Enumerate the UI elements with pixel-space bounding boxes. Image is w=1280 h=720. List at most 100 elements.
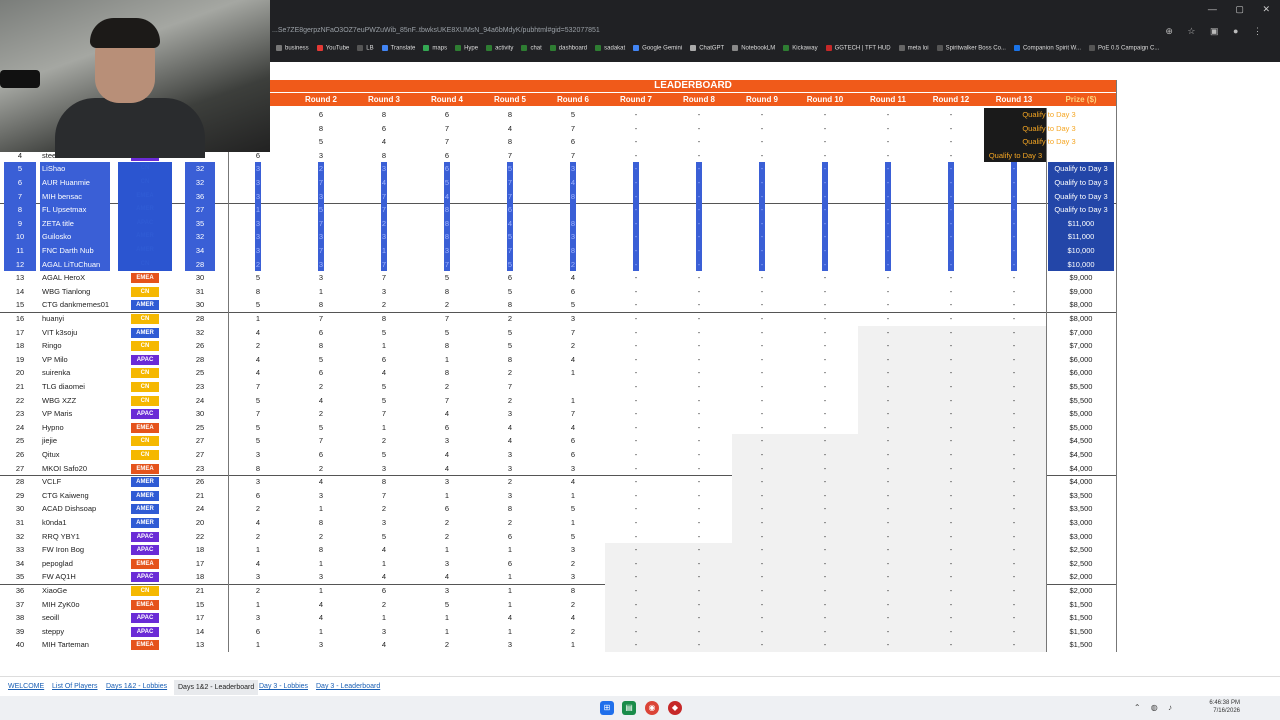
points-cell[interactable]: 32 (185, 230, 215, 244)
round-cell[interactable]: 4 (543, 353, 603, 367)
round-cell[interactable]: 6 (480, 557, 540, 571)
round-cell[interactable]: 4 (354, 366, 414, 380)
round-cell[interactable]: 1 (243, 312, 273, 326)
table-row[interactable]: 13 AGAL HeroX EMEA 30 5 3 7 5 6 4- - - - - - - $9,000 (0, 271, 1116, 285)
round-cell[interactable]: - (822, 230, 828, 244)
rank-cell[interactable]: 10 (4, 230, 36, 244)
round-cell[interactable]: - (606, 462, 666, 476)
round-cell[interactable]: 4 (354, 638, 414, 652)
player-name[interactable]: jiejie (40, 434, 128, 448)
round-cell[interactable]: 8 (291, 122, 351, 136)
round-cell[interactable]: - (606, 557, 666, 571)
points-cell[interactable]: 25 (185, 366, 215, 380)
round-cell[interactable]: 7 (291, 312, 351, 326)
region-badge[interactable]: AMER (131, 477, 159, 488)
round-cell[interactable]: 8 (417, 339, 477, 353)
round-cell[interactable]: 8 (291, 339, 351, 353)
rank-cell[interactable]: 7 (4, 189, 36, 204)
points-cell[interactable]: 18 (185, 543, 215, 557)
bookmark-item[interactable]: business (276, 45, 309, 52)
round-cell[interactable]: - (606, 421, 666, 435)
prize-cell[interactable]: $5,500 (1048, 380, 1114, 394)
round-cell[interactable]: 3 (480, 407, 540, 421)
bookmark-item[interactable]: maps (423, 45, 447, 52)
round-cell[interactable]: - (948, 257, 954, 272)
round-cell[interactable]: 4 (417, 448, 477, 462)
round-cell[interactable]: - (669, 407, 729, 421)
round-cell[interactable]: 8 (480, 108, 540, 122)
round-cell[interactable]: - (732, 638, 792, 652)
header-cell[interactable]: Round 7 (606, 93, 666, 106)
round-cell[interactable]: 2 (570, 257, 576, 272)
bookmark-item[interactable]: meta loi (898, 45, 929, 52)
round-cell[interactable]: - (921, 489, 981, 503)
header-cell[interactable]: Round 11 (858, 93, 918, 106)
round-cell[interactable]: - (732, 462, 792, 476)
round-cell[interactable]: - (732, 135, 792, 149)
round-cell[interactable]: - (984, 516, 1044, 530)
round-cell[interactable]: 1 (480, 584, 540, 598)
round-cell[interactable]: - (921, 584, 981, 598)
round-cell[interactable]: - (633, 230, 639, 244)
round-cell[interactable] (543, 380, 603, 394)
table-row[interactable]: 33 FW Iron Bog APAC 18 1 8 4 1 1 3- - - - - - - $2,500 (0, 543, 1116, 557)
round-cell[interactable]: 2 (417, 638, 477, 652)
round-cell[interactable]: - (696, 230, 702, 244)
round-cell[interactable]: 3 (255, 244, 261, 258)
round-cell[interactable]: 5 (444, 176, 450, 190)
points-cell[interactable]: 30 (185, 298, 215, 312)
round-cell[interactable]: - (732, 421, 792, 435)
prize-cell[interactable]: $6,000 (1048, 366, 1114, 380)
player-name[interactable]: ZETA title (40, 216, 110, 231)
round-cell[interactable]: - (1011, 162, 1017, 176)
round-cell[interactable]: - (669, 557, 729, 571)
rank-cell[interactable]: 33 (4, 543, 36, 557)
rank-cell[interactable]: 8 (4, 203, 36, 217)
round-cell[interactable]: 2 (354, 434, 414, 448)
points-cell[interactable]: 23 (185, 462, 215, 476)
round-cell[interactable]: 4 (381, 176, 387, 190)
round-cell[interactable]: 4 (291, 475, 351, 489)
round-cell[interactable]: - (921, 312, 981, 326)
round-cell[interactable]: 5 (291, 353, 351, 367)
table-row[interactable]: 40 MIH Tarteman EMEA 13 1 3 4 2 3 1- - - - - - - $1,500 (0, 638, 1116, 652)
round-cell[interactable]: - (948, 244, 954, 258)
round-cell[interactable]: 1 (354, 611, 414, 625)
player-name[interactable]: suirenka (40, 366, 128, 380)
round-cell[interactable]: - (696, 176, 702, 190)
points-cell[interactable]: 31 (185, 285, 215, 299)
prize-cell[interactable]: $4,000 (1048, 462, 1114, 476)
round-cell[interactable]: 3 (354, 285, 414, 299)
round-cell[interactable]: 7 (318, 216, 324, 231)
round-cell[interactable]: - (732, 407, 792, 421)
region-badge[interactable]: APAC (131, 409, 159, 420)
rank-cell[interactable]: 26 (4, 448, 36, 462)
prize-cell[interactable]: $9,000 (1048, 285, 1114, 299)
round-cell[interactable]: - (633, 162, 639, 176)
round-cell[interactable]: 3 (291, 489, 351, 503)
table-row[interactable]: 27 MKOI Safo20 EMEA 23 8 2 3 4 3 3- - - - - - - $4,000 (0, 461, 1116, 476)
round-cell[interactable]: 4 (543, 421, 603, 435)
round-cell[interactable]: 5 (543, 530, 603, 544)
round-cell[interactable]: 6 (354, 584, 414, 598)
table-row[interactable]: 30 ACAD Dishsoap AMER 24 2 1 2 6 8 5- - - - - - - $3,500 (0, 502, 1116, 516)
points-cell[interactable]: 24 (185, 394, 215, 408)
round-cell[interactable]: 3 (480, 638, 540, 652)
round-cell[interactable]: 1 (291, 625, 351, 639)
round-cell[interactable]: 6 (543, 135, 603, 149)
round-cell[interactable]: - (885, 216, 891, 231)
round-cell[interactable]: 3 (480, 489, 540, 503)
round-cell[interactable]: - (858, 611, 918, 625)
round-cell[interactable]: - (858, 108, 918, 122)
round-cell[interactable]: - (795, 462, 855, 476)
round-cell[interactable]: - (732, 366, 792, 380)
prize-cell[interactable]: $2,000 (1048, 584, 1114, 598)
round-cell[interactable]: 7 (444, 257, 450, 272)
round-cell[interactable]: 1 (543, 366, 603, 380)
round-cell[interactable]: - (921, 135, 981, 149)
player-name[interactable]: AGAL HeroX (40, 271, 128, 285)
round-cell[interactable]: 3 (381, 162, 387, 176)
round-cell[interactable]: 1 (543, 489, 603, 503)
round-cell[interactable]: - (732, 326, 792, 340)
prize-cell[interactable]: $5,500 (1048, 394, 1114, 408)
